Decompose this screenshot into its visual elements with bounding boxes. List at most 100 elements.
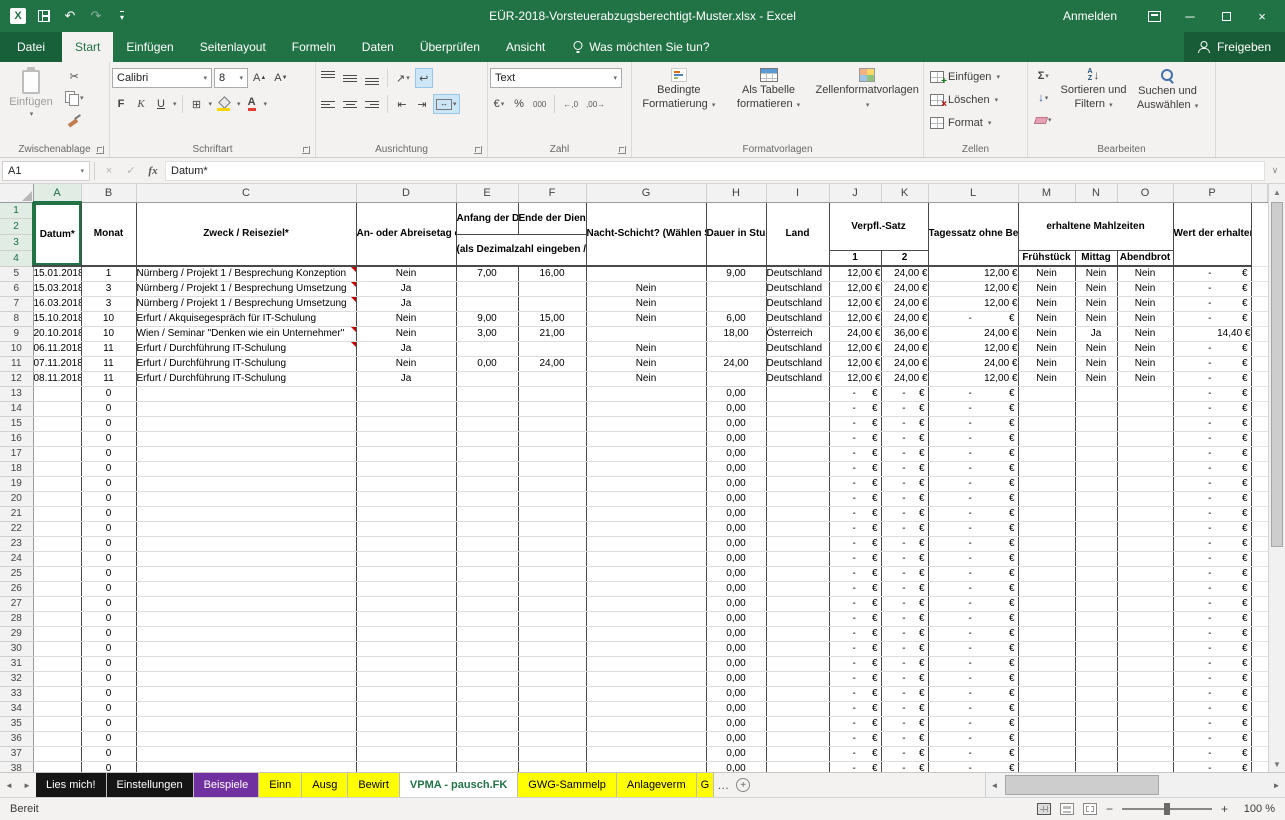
cell-C[interactable] — [136, 611, 356, 626]
cell-G[interactable]: Nein — [586, 296, 706, 311]
cell-H[interactable]: 9,00 — [706, 266, 766, 281]
cell-L[interactable]: -€ — [928, 536, 1018, 551]
cell-A[interactable] — [33, 386, 81, 401]
cell-I[interactable]: Österreich — [766, 326, 829, 341]
cell-C[interactable] — [136, 716, 356, 731]
clipboard-dialog-launcher[interactable] — [96, 146, 104, 154]
cell-L[interactable]: -€ — [928, 566, 1018, 581]
cell-styles-button[interactable]: Zellenformatvorlagen ▾ — [813, 63, 921, 139]
cell-M[interactable] — [1018, 656, 1075, 671]
cell-P[interactable]: -€ — [1173, 566, 1251, 581]
cell-O[interactable] — [1117, 536, 1173, 551]
cell-I[interactable] — [766, 491, 829, 506]
cell-D[interactable] — [356, 686, 456, 701]
save-button[interactable] — [36, 10, 52, 22]
column-header-O[interactable]: O — [1117, 184, 1173, 202]
column-header-N[interactable]: N — [1075, 184, 1117, 202]
cell-I[interactable]: Deutschland — [766, 356, 829, 371]
row-header-3[interactable]: 3 — [0, 234, 33, 250]
cell-M[interactable] — [1018, 491, 1075, 506]
cell-P[interactable]: -€ — [1173, 671, 1251, 686]
cell-F[interactable] — [518, 716, 586, 731]
cell-G[interactable] — [586, 626, 706, 641]
scroll-left-arrow[interactable]: ◄ — [986, 773, 1003, 797]
cell-I[interactable] — [766, 731, 829, 746]
cell-L[interactable]: 24,00 € — [928, 356, 1018, 371]
cell-I[interactable]: Deutschland — [766, 371, 829, 386]
cell-K[interactable]: 24,00 € — [881, 341, 928, 356]
cell-H[interactable]: 0,00 — [706, 416, 766, 431]
cell-L[interactable]: 12,00 € — [928, 341, 1018, 356]
bold-button[interactable]: F — [112, 94, 130, 114]
cell-K[interactable]: -€ — [881, 746, 928, 761]
cell-I[interactable] — [766, 626, 829, 641]
cell-N[interactable] — [1075, 686, 1117, 701]
cell-C[interactable]: Nürnberg / Projekt 1 / Besprechung Umset… — [136, 296, 356, 311]
cell-D[interactable] — [356, 566, 456, 581]
cell-F[interactable] — [518, 296, 586, 311]
format-painter-button[interactable] — [62, 110, 87, 130]
normal-view-button[interactable] — [1037, 803, 1051, 815]
column-header-J[interactable]: J — [829, 184, 881, 202]
cell-A[interactable] — [33, 761, 81, 772]
row-header-33[interactable]: 33 — [0, 686, 33, 701]
cell-L[interactable]: -€ — [928, 506, 1018, 521]
cell-C[interactable] — [136, 671, 356, 686]
sheet-tab-anlageverm[interactable]: Anlageverm — [617, 773, 697, 797]
cell-B[interactable]: 0 — [81, 431, 136, 446]
cell-J[interactable]: -€ — [829, 551, 881, 566]
cell-K[interactable]: 24,00 € — [881, 371, 928, 386]
formula-input[interactable]: Datum* — [165, 161, 1265, 181]
table-header-cell[interactable]: Frühstück — [1018, 250, 1075, 266]
sign-in-button[interactable]: Anmelden — [1063, 9, 1117, 23]
cell-D[interactable] — [356, 506, 456, 521]
fill-color-dropdown[interactable]: ▾ — [237, 100, 241, 108]
cell-N[interactable] — [1075, 626, 1117, 641]
zoom-in-button[interactable]: + — [1221, 802, 1228, 816]
sheet-tab-lies-mich[interactable]: Lies mich! — [36, 773, 107, 797]
cancel-button[interactable]: × — [99, 165, 119, 177]
cell-H[interactable]: 0,00 — [706, 551, 766, 566]
cell-J[interactable]: -€ — [829, 401, 881, 416]
cell-N[interactable]: Nein — [1075, 281, 1117, 296]
table-header-cell[interactable]: Monat — [81, 202, 136, 266]
cell-D[interactable] — [356, 716, 456, 731]
cell-G[interactable] — [586, 506, 706, 521]
cell-P[interactable]: -€ — [1173, 521, 1251, 536]
row-header-32[interactable]: 32 — [0, 671, 33, 686]
cell-P[interactable]: -€ — [1173, 611, 1251, 626]
cell-M[interactable] — [1018, 596, 1075, 611]
row-header-11[interactable]: 11 — [0, 356, 33, 371]
cell-N[interactable] — [1075, 731, 1117, 746]
cell-K[interactable]: 24,00 € — [881, 296, 928, 311]
cell-M[interactable] — [1018, 626, 1075, 641]
new-sheet-button[interactable]: + — [732, 773, 754, 797]
cell-B[interactable]: 3 — [81, 281, 136, 296]
cell-K[interactable]: 24,00 € — [881, 311, 928, 326]
cell-B[interactable]: 0 — [81, 626, 136, 641]
cell-J[interactable]: 12,00 € — [829, 266, 881, 281]
cell-G[interactable] — [586, 746, 706, 761]
orientation-button[interactable]: ↗▾ — [393, 68, 413, 88]
cell-M[interactable] — [1018, 461, 1075, 476]
cell-C[interactable] — [136, 386, 356, 401]
cell-D[interactable] — [356, 641, 456, 656]
cell-J[interactable]: -€ — [829, 686, 881, 701]
cell-M[interactable] — [1018, 701, 1075, 716]
cell-I[interactable] — [766, 686, 829, 701]
cell-E[interactable] — [456, 476, 518, 491]
sheet-tab-einstellungen[interactable]: Einstellungen — [107, 773, 194, 797]
cell-K[interactable]: 24,00 € — [881, 266, 928, 281]
table-header-cell[interactable]: 2 — [881, 250, 928, 266]
cell-O[interactable]: Nein — [1117, 311, 1173, 326]
cell-D[interactable] — [356, 431, 456, 446]
cell-C[interactable]: Nürnberg / Projekt 1 / Besprechung Umset… — [136, 281, 356, 296]
cell-E[interactable] — [456, 341, 518, 356]
font-dialog-launcher[interactable] — [302, 146, 310, 154]
cell-N[interactable]: Nein — [1075, 371, 1117, 386]
cell-B[interactable]: 0 — [81, 386, 136, 401]
cell-C[interactable] — [136, 551, 356, 566]
cell-L[interactable]: -€ — [928, 521, 1018, 536]
cell-I[interactable] — [766, 431, 829, 446]
row-header-14[interactable]: 14 — [0, 401, 33, 416]
